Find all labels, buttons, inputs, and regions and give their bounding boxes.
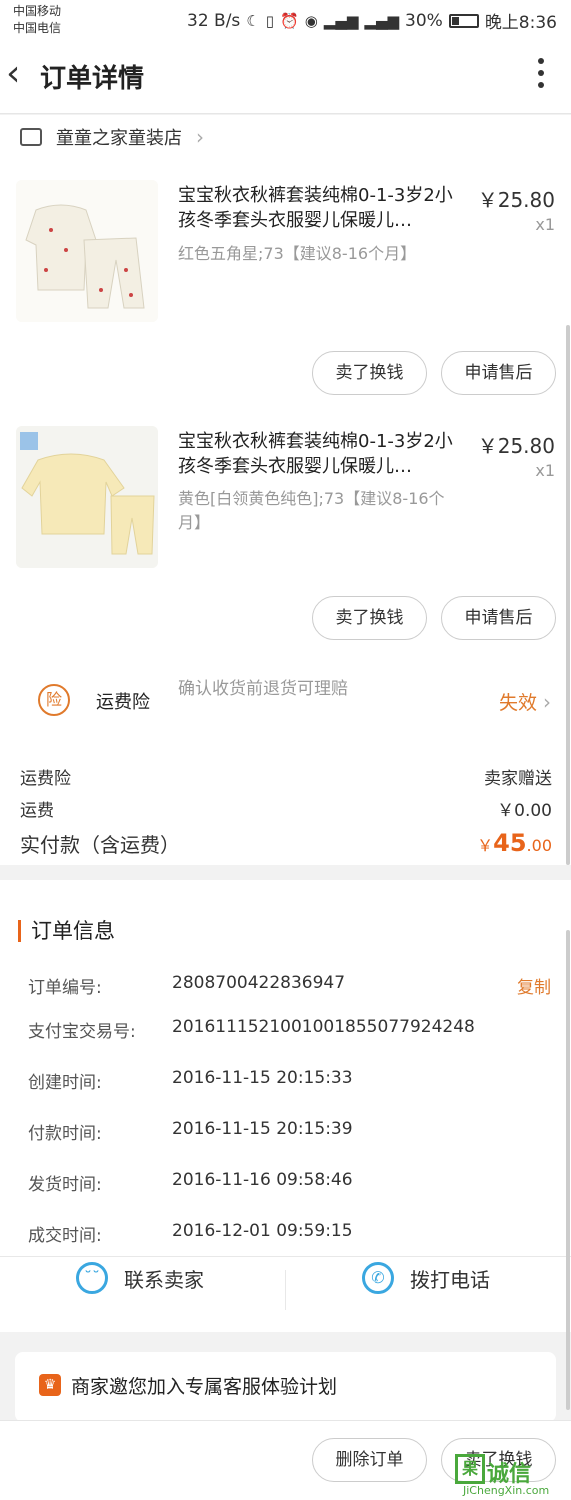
summary-shipping-value: ￥0.00 [497, 801, 552, 821]
info-label: 发货时间: [28, 1175, 102, 1195]
after-sale-button[interactable]: 申请售后 [441, 596, 556, 640]
info-label: 创建时间: [28, 1073, 102, 1093]
chevron-right-icon: › [543, 690, 551, 714]
currency-symbol: ￥ [477, 836, 494, 855]
call-label: 拨打电话 [410, 1267, 490, 1292]
summary-insurance-label: 运费险 [20, 769, 71, 789]
item-image[interactable] [16, 180, 158, 322]
info-label: 成交时间: [28, 1226, 102, 1246]
item-price: ￥25.80 [477, 434, 555, 458]
vibrate-icon: ▯ [265, 11, 275, 30]
service-promo-banner[interactable]: ♛ 商家邀您加入专属客服体验计划 [15, 1352, 556, 1422]
promo-text: 商家邀您加入专属客服体验计划 [71, 1376, 338, 1398]
contact-seller-button[interactable]: ˘˘ 联系卖家 [76, 1262, 204, 1294]
eye-icon: ◉ [304, 11, 318, 30]
info-label: 订单编号: [28, 978, 102, 998]
summary-total-label: 实付款（含运费） [20, 833, 180, 857]
signal-icon: ▂▄▆ [323, 11, 359, 30]
item-qty: x1 [535, 215, 555, 234]
battery-percent: 30% [405, 10, 443, 31]
info-value: 2016-11-16 09:58:46 [172, 1170, 353, 1190]
item-title[interactable]: 宝宝秋衣秋裤套装纯棉0-1-3岁2小孩冬季套头衣服婴儿保暖儿… [178, 429, 468, 479]
item-price: ￥25.80 [477, 188, 555, 212]
contact-seller-label: 联系卖家 [124, 1267, 204, 1292]
info-value: 2016-11-15 20:15:33 [172, 1068, 353, 1088]
info-label: 支付宝交易号: [28, 1022, 136, 1042]
chevron-right-icon: › [196, 125, 204, 149]
item-qty: x1 [535, 461, 555, 480]
status-bar: 中国移动 中国电信 32 B/s ☾ ▯ ⏰ ◉ ▂▄▆ ▂▄▆ 30% 晚上8… [0, 0, 571, 40]
moon-icon: ☾ [246, 11, 260, 30]
more-menu-icon[interactable] [537, 58, 545, 94]
clock-time: 晚上8:36 [484, 13, 557, 33]
item-title[interactable]: 宝宝秋衣秋裤套装纯棉0-1-3岁2小孩冬季套头衣服婴儿保暖儿… [178, 183, 468, 233]
summary-total-row: 实付款（含运费） ￥45.00 [20, 829, 552, 858]
summary-insurance-row: 运费险 卖家赠送 [20, 764, 552, 789]
order-info-title: 订单信息 [18, 920, 115, 942]
network-speed: 32 B/s [187, 10, 241, 31]
carrier-1: 中国移动 [13, 4, 62, 18]
chat-icon: ˘˘ [76, 1262, 108, 1294]
shop-icon [20, 128, 42, 146]
insurance-status-text: 失效 [498, 692, 537, 714]
call-button[interactable]: ✆ 拨打电话 [362, 1262, 490, 1294]
scrollbar[interactable] [566, 930, 570, 1410]
alarm-icon: ⏰ [280, 11, 299, 30]
crown-icon: ♛ [39, 1374, 61, 1396]
info-value: 2016-11-15 20:15:39 [172, 1119, 353, 1139]
back-icon[interactable]: ‹ [6, 54, 20, 94]
insurance-icon: 险 [38, 684, 70, 716]
scrollbar[interactable] [566, 325, 570, 865]
shop-name: 童童之家童装店 [56, 128, 182, 149]
watermark: 果 诚信 JiChengXin.com [455, 1454, 567, 1498]
item-sku: 黄色[白领黄色纯色];73【建议8-16个月】 [178, 489, 445, 532]
item-image[interactable] [16, 426, 158, 568]
insurance-status[interactable]: 失效 › [499, 688, 551, 715]
after-sale-button[interactable]: 申请售后 [441, 351, 556, 395]
insurance-desc: 确认收货前退货可理赔 [178, 679, 348, 699]
carrier-2: 中国电信 [13, 21, 62, 35]
summary-total-value: ￥45.00 [477, 829, 552, 858]
pajama-image [16, 426, 158, 568]
sell-button[interactable]: 卖了换钱 [312, 351, 427, 395]
item-sku: 红色五角星;73【建议8-16个月】 [178, 244, 417, 263]
info-label: 付款时间: [28, 1124, 102, 1144]
total-decimal: .00 [526, 836, 552, 855]
info-value: 2016111521001001855077924248 [172, 1017, 475, 1037]
status-indicators: 32 B/s ☾ ▯ ⏰ ◉ ▂▄▆ ▂▄▆ 30% 晚上8:36 [187, 8, 557, 34]
insurance-label: 运费险 [96, 692, 150, 713]
total-integer: 45 [493, 829, 527, 857]
summary-insurance-value: 卖家赠送 [484, 769, 552, 789]
shop-link[interactable]: 童童之家童装店 › [20, 124, 204, 150]
info-value: 2808700422836947 [172, 973, 346, 993]
page-title: 订单详情 [40, 64, 145, 94]
signal-icon-2: ▂▄▆ [364, 11, 400, 30]
sell-button[interactable]: 卖了换钱 [312, 596, 427, 640]
bottom-action-bar: 删除订单 卖了换钱 果 诚信 JiChengXin.com [0, 1420, 571, 1500]
pajama-image [16, 180, 158, 322]
copy-button[interactable]: 复制 [517, 973, 551, 998]
watermark-box: 果 [455, 1454, 485, 1484]
watermark-url: JiChengXin.com [463, 1484, 550, 1497]
phone-icon: ✆ [362, 1262, 394, 1294]
battery-icon [448, 13, 479, 28]
info-value: 2016-12-01 09:59:15 [172, 1221, 353, 1241]
summary-shipping-row: 运费 ￥0.00 [20, 796, 552, 821]
header-bar: ‹ 订单详情 [0, 40, 571, 114]
summary-shipping-label: 运费 [20, 801, 54, 821]
delete-order-button[interactable]: 删除订单 [312, 1438, 427, 1482]
divider [285, 1270, 286, 1310]
carrier-info: 中国移动 中国电信 [13, 3, 61, 37]
divider [0, 1256, 571, 1257]
